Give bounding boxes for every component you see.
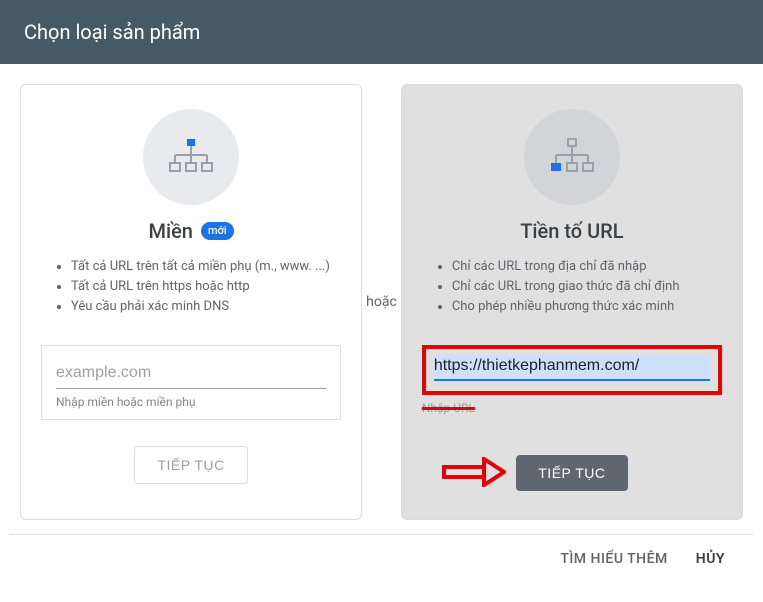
- prefix-input-container: Nhập URL: [422, 345, 722, 415]
- content-area: Miền mới Tất cả URL trên tất cả miền phụ…: [0, 64, 763, 534]
- sitemap-icon: [548, 137, 596, 177]
- prefix-button-row: TIẾP TỤC: [516, 455, 627, 491]
- dialog-footer: TÌM HIỂU THÊM HỦY: [10, 534, 753, 583]
- annotation-arrow-icon: [442, 457, 506, 487]
- new-badge: mới: [201, 222, 234, 240]
- sitemap-icon: [167, 137, 215, 177]
- prefix-helper: Nhập URL: [422, 401, 722, 415]
- cancel-button[interactable]: HỦY: [696, 551, 725, 567]
- domain-input[interactable]: [56, 360, 326, 389]
- dialog-header: Chọn loại sản phẩm: [0, 0, 763, 64]
- prefix-icon: [524, 109, 620, 205]
- continue-button-domain[interactable]: TIẾP TỤC: [134, 446, 247, 484]
- list-item: Tất cả URL trên tất cả miền phụ (m., www…: [71, 257, 341, 277]
- separator-or: hoặc: [362, 294, 401, 310]
- url-input[interactable]: [434, 355, 710, 381]
- card-url-prefix[interactable]: Tiền tố URL Chỉ các URL trong địa chỉ đã…: [401, 84, 743, 520]
- domain-title-row: Miền mới: [149, 219, 234, 243]
- domain-helper: Nhập miền hoặc miền phụ: [56, 395, 326, 409]
- dialog-title: Chọn loại sản phẩm: [24, 20, 200, 44]
- list-item: Chỉ các URL trong giao thức đã chỉ định: [452, 277, 722, 297]
- list-item: Cho phép nhiều phương thức xác minh: [452, 297, 722, 317]
- learn-more-link[interactable]: TÌM HIỂU THÊM: [560, 551, 667, 567]
- card-domain[interactable]: Miền mới Tất cả URL trên tất cả miền phụ…: [20, 84, 362, 520]
- list-item: Chỉ các URL trong địa chỉ đã nhập: [452, 257, 722, 277]
- continue-button-prefix[interactable]: TIẾP TỤC: [516, 455, 627, 491]
- prefix-bullets: Chỉ các URL trong địa chỉ đã nhập Chỉ cá…: [422, 257, 722, 317]
- domain-bullets: Tất cả URL trên tất cả miền phụ (m., www…: [41, 257, 341, 317]
- list-item: Yêu cầu phải xác minh DNS: [71, 297, 341, 317]
- prefix-title: Tiền tố URL: [520, 219, 623, 243]
- annotation-highlight-box: [422, 345, 722, 395]
- domain-title: Miền: [149, 219, 193, 243]
- list-item: Tất cả URL trên https hoặc http: [71, 277, 341, 297]
- domain-icon: [143, 109, 239, 205]
- domain-input-container: Nhập miền hoặc miền phụ: [41, 345, 341, 420]
- prefix-title-row: Tiền tố URL: [520, 219, 623, 243]
